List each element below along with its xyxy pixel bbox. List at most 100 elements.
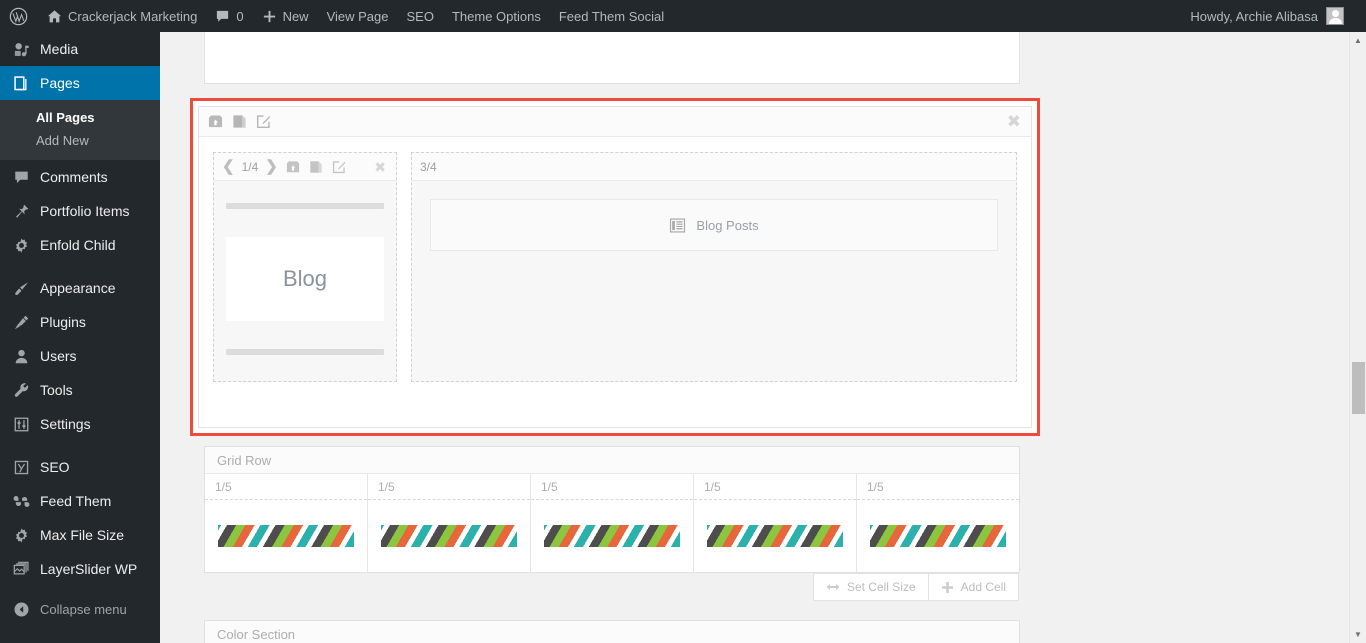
- view-page-label: View Page: [326, 8, 389, 24]
- pages-icon: [10, 75, 32, 92]
- new-content-button[interactable]: New: [253, 0, 318, 32]
- sidebar-item-pages[interactable]: Pages: [0, 66, 160, 100]
- builder-column-quarter[interactable]: ❮ 1/4 ❯ ✖ Blog: [213, 152, 397, 382]
- blog-posts-element[interactable]: Blog Posts: [430, 199, 998, 251]
- sidebar-item-label: Media: [40, 41, 79, 57]
- builder-column-toolbar: 3/4: [412, 153, 1016, 181]
- edit-icon[interactable]: [331, 159, 347, 175]
- stripe-pattern-icon: [218, 525, 354, 547]
- grid-row-actions: Set Cell Size Add Cell: [812, 573, 1019, 601]
- wordpress-logo-button[interactable]: [0, 0, 38, 32]
- grid-row-cells: 1/5 1/5 1/5 1/5 1/5: [205, 474, 1019, 572]
- seo-label: SEO: [406, 8, 434, 24]
- grid-cell-body: [531, 500, 693, 572]
- highlighted-builder-element[interactable]: ✖ ❮ 1/4 ❯ ✖ Blog 3/4 Blog Posts: [190, 98, 1040, 436]
- add-cell-label: Add Cell: [960, 580, 1006, 594]
- collapse-menu-button[interactable]: Collapse menu: [0, 592, 160, 626]
- blog-posts-icon: [669, 217, 686, 234]
- theme-options-button[interactable]: Theme Options: [443, 0, 550, 32]
- sidebar-item-add-new[interactable]: Add New: [0, 129, 160, 152]
- color-section-element[interactable]: Color Section: [204, 620, 1020, 643]
- grid-cell[interactable]: 1/5: [694, 474, 857, 572]
- drag-move-icon[interactable]: [285, 159, 301, 175]
- sidebar-item-max-file-size[interactable]: Max File Size: [0, 518, 160, 552]
- sidebar-item-all-pages[interactable]: All Pages: [0, 106, 160, 129]
- pushpin-icon: [10, 203, 32, 220]
- sidebar-divider: [0, 441, 160, 450]
- sidebar-item-label: Users: [40, 348, 77, 364]
- grid-cell-body: [694, 500, 856, 572]
- builder-column-threequarter[interactable]: 3/4 Blog Posts: [411, 152, 1017, 382]
- grid-row-element[interactable]: Grid Row 1/5 1/5 1/5 1/5 1/5 Set Cell Si…: [204, 446, 1020, 601]
- sidebar-item-enfold-child[interactable]: Enfold Child: [0, 228, 160, 262]
- close-icon[interactable]: ✖: [1007, 113, 1023, 130]
- sidebar-item-label: Pages: [40, 75, 80, 91]
- grid-cell-fraction-label: 1/5: [694, 474, 856, 500]
- edit-icon[interactable]: [255, 114, 271, 130]
- sidebar-item-tools[interactable]: Tools: [0, 373, 160, 407]
- set-cell-size-label: Set Cell Size: [846, 580, 916, 594]
- plus-icon: [262, 9, 277, 24]
- grid-cell[interactable]: 1/5: [857, 474, 1019, 572]
- clone-icon[interactable]: [231, 114, 247, 130]
- sidebar-item-feed-them[interactable]: Feed Them: [0, 484, 160, 518]
- triangle-down-icon[interactable]: ▼: [1350, 626, 1366, 643]
- heading-element-blog[interactable]: Blog: [226, 237, 384, 321]
- stripe-pattern-icon: [707, 525, 843, 547]
- avatar: [1326, 7, 1344, 25]
- builder-element-above[interactable]: [204, 32, 1020, 84]
- sidebar-item-media[interactable]: Media: [0, 32, 160, 66]
- site-name-button[interactable]: Crackerjack Marketing: [38, 0, 206, 32]
- separator-element-bottom[interactable]: [226, 349, 384, 355]
- blog-posts-label: Blog Posts: [696, 217, 759, 233]
- separator-element-top[interactable]: [226, 203, 384, 209]
- sidebar-item-plugins[interactable]: Plugins: [0, 305, 160, 339]
- sidebar-item-portfolio-items[interactable]: Portfolio Items: [0, 194, 160, 228]
- home-icon: [47, 9, 62, 24]
- sidebar-submenu-pages: All Pages Add New: [0, 100, 160, 160]
- sidebar-item-label: Enfold Child: [40, 237, 116, 253]
- grid-cell-body: [857, 500, 1019, 572]
- sidebar-item-label: LayerSlider WP: [40, 561, 138, 577]
- sidebar-item-comments[interactable]: Comments: [0, 160, 160, 194]
- column-fraction-label: 1/4: [241, 159, 259, 174]
- feed-them-social-button[interactable]: Feed Them Social: [550, 0, 673, 32]
- comments-count: 0: [236, 8, 244, 24]
- view-page-button[interactable]: View Page: [318, 0, 398, 32]
- grid-cell-body: [205, 500, 367, 572]
- stripe-pattern-icon: [544, 525, 680, 547]
- new-content-label: New: [282, 8, 309, 24]
- sidebar-item-appearance[interactable]: Appearance: [0, 271, 160, 305]
- grid-row-title: Grid Row: [205, 447, 1019, 474]
- media-icon: [10, 41, 32, 58]
- sidebar-item-layerslider-wp[interactable]: LayerSlider WP: [0, 552, 160, 586]
- seo-menu-button[interactable]: SEO: [398, 0, 443, 32]
- scrollbar-thumb[interactable]: [1352, 362, 1365, 414]
- wrench-icon: [10, 382, 32, 399]
- grid-cell-fraction-label: 1/5: [857, 474, 1019, 500]
- page-scrollbar[interactable]: ▲ ▼: [1349, 32, 1366, 643]
- chevron-right-icon[interactable]: ❯: [265, 159, 278, 174]
- account-menu[interactable]: Howdy, Archie Alibasa: [1181, 0, 1366, 32]
- builder-column-content: Blog Posts: [412, 181, 1016, 273]
- clone-icon[interactable]: [308, 159, 324, 175]
- comments-button[interactable]: 0: [206, 0, 252, 32]
- drag-move-icon[interactable]: [207, 114, 223, 130]
- sidebar-item-settings[interactable]: Settings: [0, 407, 160, 441]
- set-cell-size-button[interactable]: Set Cell Size: [812, 573, 929, 601]
- feed-them-social-label: Feed Them Social: [558, 8, 665, 24]
- grid-cell[interactable]: 1/5: [205, 474, 368, 572]
- grid-cell[interactable]: 1/5: [368, 474, 531, 572]
- close-icon[interactable]: ✖: [374, 160, 388, 174]
- grid-cell[interactable]: 1/5: [531, 474, 694, 572]
- sidebar-item-label: Max File Size: [40, 527, 125, 543]
- add-cell-button[interactable]: Add Cell: [928, 573, 1019, 601]
- sidebar-item-seo[interactable]: SEO: [0, 450, 160, 484]
- builder-element-toolbar: ✖: [199, 107, 1031, 137]
- comment-bubble-icon: [10, 169, 32, 186]
- collapse-menu-label: Collapse menu: [40, 601, 127, 617]
- triangle-up-icon[interactable]: ▲: [1350, 32, 1366, 49]
- sidebar-item-label: Feed Them: [40, 493, 112, 509]
- chevron-left-icon[interactable]: ❮: [222, 159, 235, 174]
- sidebar-item-users[interactable]: Users: [0, 339, 160, 373]
